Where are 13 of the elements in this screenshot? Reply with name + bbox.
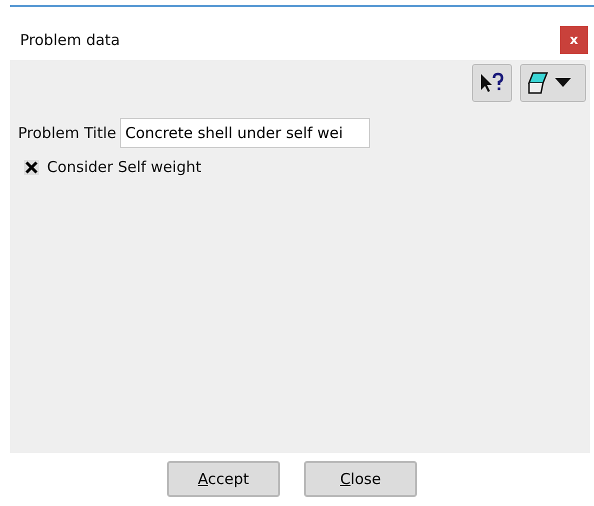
eraser-dropdown-button[interactable] bbox=[520, 64, 586, 102]
window-close-button[interactable]: x bbox=[560, 26, 588, 54]
window-title: Problem data bbox=[20, 30, 120, 51]
dialog-button[interactable]: Accept bbox=[167, 461, 280, 497]
dialog-button[interactable]: Close bbox=[304, 461, 417, 497]
problem-title-field[interactable]: Concrete shell under self wei bbox=[120, 118, 370, 148]
checkbox[interactable] bbox=[24, 160, 39, 175]
help-button[interactable] bbox=[472, 64, 512, 102]
checkbox-label: Consider Self weight bbox=[47, 157, 202, 178]
eraser-icon bbox=[525, 71, 551, 95]
field-label: Problem Title bbox=[18, 122, 116, 144]
help-pointer-icon bbox=[479, 72, 505, 94]
caret-icon bbox=[555, 78, 571, 88]
